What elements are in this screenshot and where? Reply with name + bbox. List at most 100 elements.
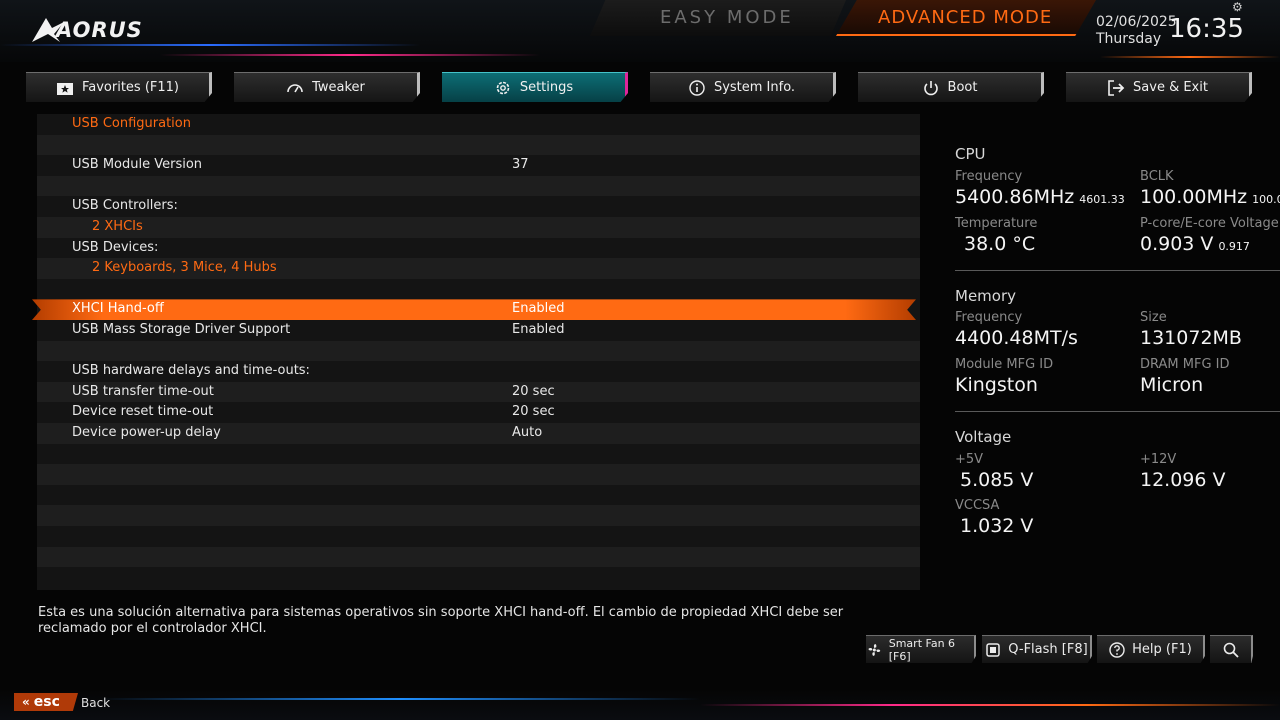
tab-system-info-label: System Info. [713,80,796,95]
usb-delays-label: USB hardware delays and time-outs: [72,363,310,379]
date-display: 02/06/2025 [1096,14,1177,30]
help-button[interactable]: Help (F1) [1097,635,1205,663]
usb-transfer-timeout-label: USB transfer time-out [72,383,214,399]
memory-size-label: Size [1140,310,1167,325]
usb-transfer-timeout-value[interactable]: 20 sec [512,384,555,399]
bclk-sub: 100.01 [1252,193,1280,206]
gear-icon [496,81,510,94]
empty-row [37,444,920,465]
xhci-hand-off-label: XHCI Hand-off [72,301,164,317]
esc-button[interactable]: « esc [14,693,78,711]
usb-mass-storage-label: USB Mass Storage Driver Support [72,322,291,337]
core-voltage-label: P-core/E-core Voltage [1140,216,1279,231]
settings-gear-icon[interactable]: ⚙ [1232,0,1243,14]
tab-boot-label: Boot [947,80,978,95]
help-label: Help (F1) [1132,642,1192,657]
device-reset-timeout-value[interactable]: 20 sec [512,404,555,419]
bclk-value: 100.00MHz 100.01 [1140,186,1280,208]
usb-mass-storage-value[interactable]: Enabled [512,322,565,337]
usb-module-version-row: USB Module Version 37 [37,155,920,176]
clock-display: 16:35 [1169,14,1244,44]
tab-tweaker-label: Tweaker [312,80,365,95]
smart-fan-label: Smart Fan 6 [F6] [888,636,956,663]
empty-row [37,340,920,362]
core-voltage-sub: 0.917 [1218,240,1250,253]
qflash-label: Q-Flash [F8] [1008,642,1088,657]
chip-icon [986,642,1001,657]
star-folder-icon [56,82,73,95]
tab-settings[interactable]: Settings [442,72,628,102]
smart-fan-button[interactable]: Smart Fan 6 [F6] [866,635,976,663]
cpu-temperature-value: 38.0 °C [964,233,1036,255]
voltage-section-title: Voltage [955,428,1012,446]
core-voltage-value: 0.903 V 0.917 [1140,233,1250,255]
divider [955,411,1280,412]
tab-favorites-label: Favorites (F11) [81,80,180,95]
device-reset-timeout-row[interactable]: Device reset time-out 20 sec [37,402,920,423]
usb-module-version-label: USB Module Version [72,157,203,173]
section-title-row: USB Configuration [37,114,920,135]
empty-row [37,526,920,547]
core-voltage-main: 0.903 V [1140,233,1214,255]
dram-mfg-label: DRAM MFG ID [1140,357,1230,372]
advanced-mode-label[interactable]: ADVANCED MODE [878,7,1052,28]
usb-mass-storage-row[interactable]: USB Mass Storage Driver Support Enabled [37,320,920,341]
tab-save-exit[interactable]: Save & Exit [1066,72,1252,102]
tab-boot[interactable]: Boot [858,72,1044,102]
double-chevron-left-icon: « [22,695,30,709]
tab-settings-label: Settings [519,80,574,95]
tab-favorites[interactable]: Favorites (F11) [26,72,212,102]
usb-controllers-row: USB Controllers: [37,196,920,217]
usb-controllers-value: 2 XHCIs [92,219,143,234]
usb-controllers-label: USB Controllers: [72,198,178,214]
tab-system-info[interactable]: System Info. [650,72,836,102]
usb-devices-value-row: 2 Keyboards, 3 Mice, 4 Hubs [37,258,920,279]
search-button[interactable] [1210,635,1253,663]
module-mfg-value: Kingston [955,374,1038,396]
bclk-main: 100.00MHz [1140,186,1248,208]
xhci-hand-off-row[interactable]: XHCI Hand-off Enabled [32,299,916,320]
cpu-temperature-label: Temperature [955,216,1038,231]
tab-tweaker[interactable]: Tweaker [234,72,420,102]
empty-row [37,546,920,568]
decor-streak [160,54,540,56]
memory-frequency-value: 4400.48MT/s [955,327,1078,349]
help-icon [1109,641,1125,658]
easy-mode-label[interactable]: EASY MODE [660,7,794,28]
search-icon [1223,642,1239,658]
empty-row [37,567,920,588]
device-powerup-delay-row[interactable]: Device power-up delay Auto [37,423,920,444]
usb-devices-label: USB Devices: [72,239,159,255]
qflash-button[interactable]: Q-Flash [F8] [982,635,1092,663]
day-display: Thursday [1096,31,1162,47]
decor-streak [100,698,700,700]
section-title: USB Configuration [72,116,191,131]
v5-label: +5V [955,452,984,467]
usb-module-version-value: 37 [512,157,529,173]
usb-transfer-timeout-row[interactable]: USB transfer time-out 20 sec [37,381,920,403]
empty-row [37,505,920,526]
module-mfg-label: Module MFG ID [955,357,1054,372]
empty-row [37,175,920,197]
bclk-label: BCLK [1140,169,1174,184]
power-icon [923,80,938,95]
cpu-section-title: CPU [955,145,986,163]
back-label[interactable]: Back [81,696,110,710]
fan-icon [868,643,881,656]
device-reset-timeout-label: Device reset time-out [72,404,214,420]
empty-row [37,279,920,300]
device-powerup-delay-value[interactable]: Auto [512,425,542,440]
dram-mfg-value: Micron [1140,374,1204,396]
cpu-frequency-value: 5400.86MHz 4601.33 [955,186,1125,208]
esc-label: esc [33,694,60,710]
decor-streak [700,704,1280,706]
xhci-hand-off-value[interactable]: Enabled [512,301,565,316]
decor-streak [1100,56,1280,58]
v12-label: +12V [1140,452,1177,467]
divider [955,270,1280,271]
info-icon [689,79,705,96]
tab-save-exit-label: Save & Exit [1133,80,1208,95]
cpu-frequency-main: 5400.86MHz [955,186,1075,208]
cpu-frequency-label: Frequency [955,169,1023,184]
device-powerup-delay-label: Device power-up delay [72,425,221,440]
